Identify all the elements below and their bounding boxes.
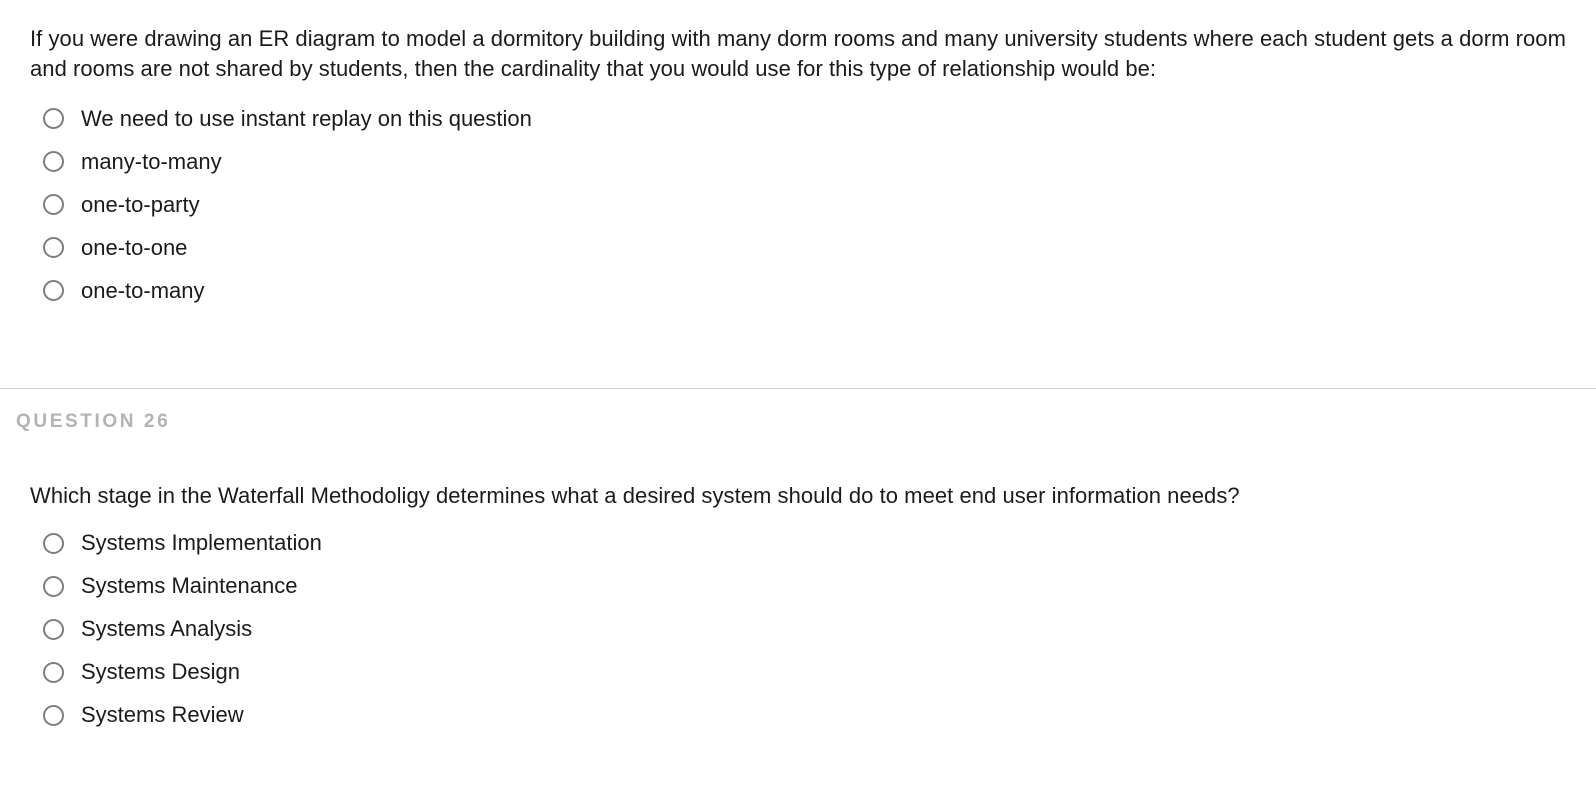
option-label: Systems Implementation (81, 530, 322, 555)
radio-button-icon[interactable] (43, 194, 64, 215)
option-label: one-to-one (81, 234, 188, 260)
question-prompt-wrap-2: Which stage in the Waterfall Methodoligy… (30, 433, 1566, 511)
question-block-1: If you were drawing an ER diagram to mod… (0, 0, 1596, 388)
option-row[interactable]: one-to-many (43, 269, 1566, 312)
radio-button-icon[interactable] (43, 280, 64, 301)
quiz-page: If you were drawing an ER diagram to mod… (0, 0, 1596, 794)
question-spacer (30, 312, 1566, 388)
option-row[interactable]: one-to-party (43, 183, 1566, 226)
question-header-26: QUESTION 26 (16, 411, 171, 432)
option-label: one-to-many (81, 277, 205, 303)
radio-button-icon[interactable] (43, 575, 64, 597)
option-label: Systems Maintenance (81, 573, 298, 598)
option-row[interactable]: many-to-many (43, 140, 1566, 183)
radio-button-icon[interactable] (43, 532, 64, 554)
option-label: We need to use instant replay on this qu… (81, 105, 532, 131)
options-list-2: Systems Implementation Systems Maintenan… (30, 522, 1566, 737)
radio-button-icon[interactable] (43, 237, 64, 258)
option-label: Systems Review (81, 702, 244, 727)
option-row[interactable]: Systems Review (43, 694, 1566, 737)
option-row[interactable]: one-to-one (43, 226, 1566, 269)
option-row[interactable]: We need to use instant replay on this qu… (43, 97, 1566, 140)
option-label: Systems Design (81, 659, 240, 684)
option-row[interactable]: Systems Analysis (43, 608, 1566, 651)
radio-button-icon[interactable] (43, 661, 64, 683)
option-row[interactable]: Systems Implementation (43, 522, 1566, 565)
option-label: one-to-party (81, 191, 200, 217)
radio-button-icon[interactable] (43, 151, 64, 172)
radio-button-icon[interactable] (43, 704, 64, 726)
option-label: many-to-many (81, 148, 222, 174)
radio-button-icon[interactable] (43, 618, 64, 640)
question-prompt-1: If you were drawing an ER diagram to mod… (30, 26, 1566, 81)
option-label: Systems Analysis (81, 616, 253, 641)
question-prompt-2: Which stage in the Waterfall Methodoligy… (30, 483, 1240, 508)
radio-button-icon[interactable] (43, 108, 64, 129)
option-row[interactable]: Systems Maintenance (43, 565, 1566, 608)
options-list-1: We need to use instant replay on this qu… (30, 97, 1566, 312)
option-row[interactable]: Systems Design (43, 651, 1566, 694)
question-block-2: QUESTION 26 Which stage in the Waterfall… (0, 389, 1596, 737)
